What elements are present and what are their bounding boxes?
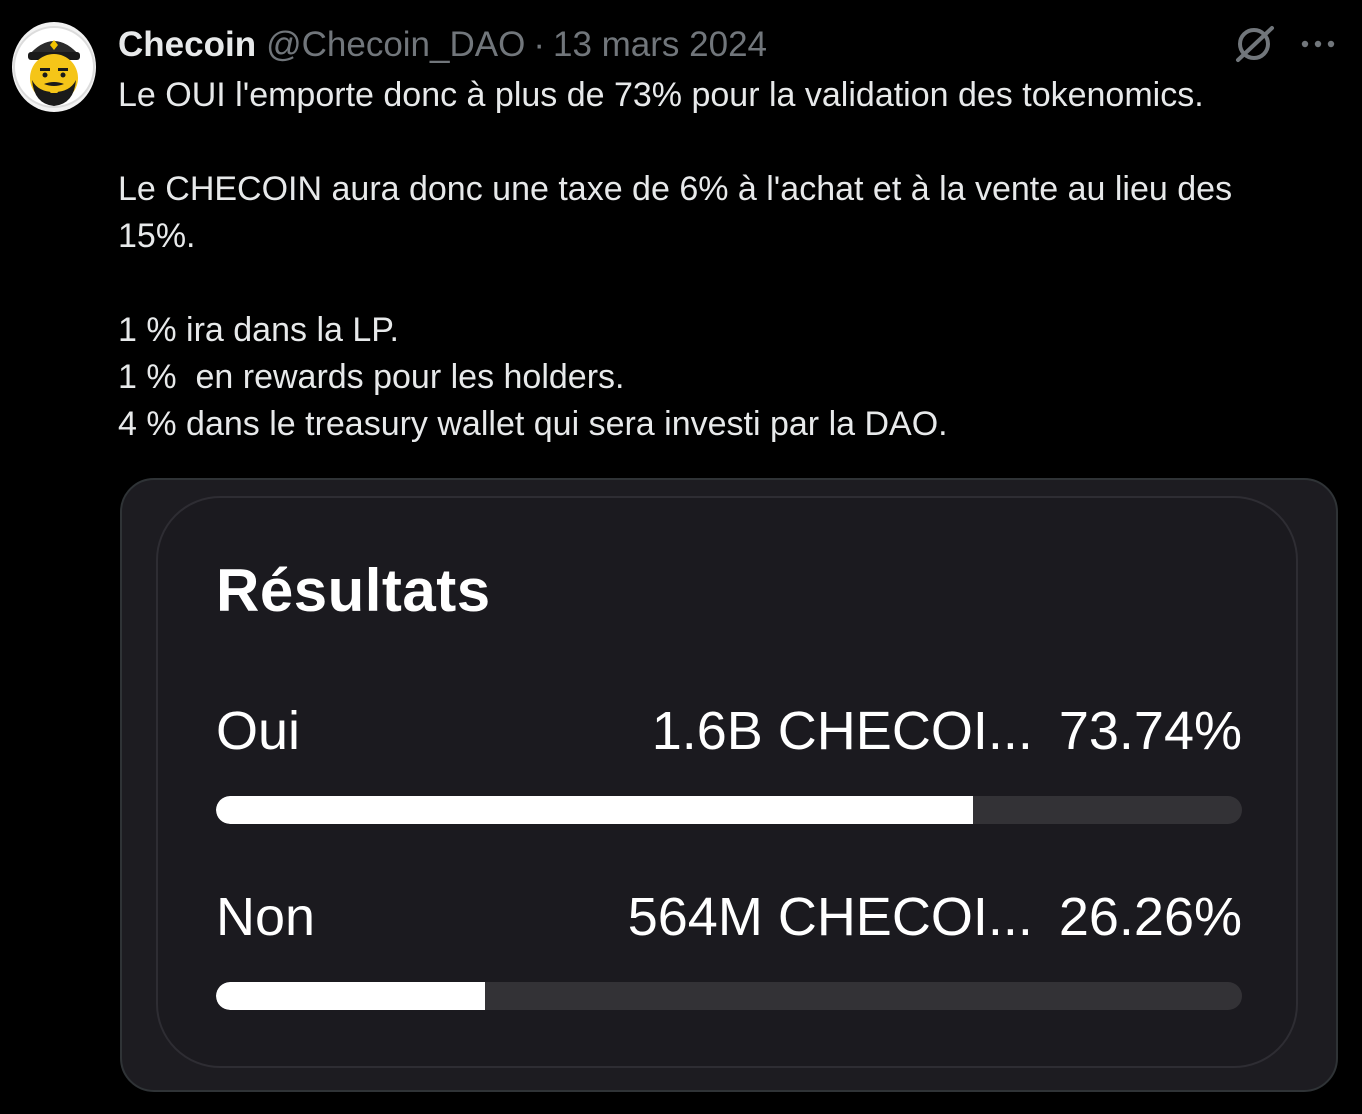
option-amount: 1.6B CHECOI...	[651, 701, 1033, 761]
poll-bar-fill-non	[216, 982, 486, 1010]
user-handle[interactable]: @Checoin_DAO	[266, 25, 525, 65]
poll-bar-track-non	[216, 982, 1242, 1010]
bearded-man-avatar-icon	[13, 26, 95, 108]
option-percent: 26.26%	[1058, 887, 1242, 947]
tweet-text: Le OUI l'emporte donc à plus de 73% pour…	[118, 72, 1318, 448]
tweet-line-5: 4 % dans le treasury wallet qui sera inv…	[118, 405, 948, 443]
option-percent: 73.74%	[1058, 701, 1242, 761]
tweet-date[interactable]: 13 mars 2024	[553, 25, 767, 65]
avatar[interactable]	[12, 22, 96, 112]
poll-option-oui: Oui 1.6B CHECOI... 73.74%	[216, 696, 1242, 766]
poll-bar-track-oui	[216, 796, 1242, 824]
display-name[interactable]: Checoin	[118, 25, 256, 65]
option-values: 564M CHECOI... 26.26%	[628, 882, 1242, 952]
option-label: Non	[216, 887, 316, 947]
tweet-line-1: Le OUI l'emporte donc à plus de 73% pour…	[118, 76, 1204, 114]
poll-bar-fill-oui	[216, 796, 973, 824]
more-options-icon[interactable]	[1298, 30, 1338, 58]
option-label: Oui	[216, 701, 301, 761]
tweet-header: Checoin @Checoin_DAO · 13 mars 2024	[118, 22, 767, 68]
grok-icon[interactable]	[1232, 22, 1278, 66]
option-values: 1.6B CHECOI... 73.74%	[652, 696, 1242, 766]
tweet-line-3: 1 % ira dans la LP.	[118, 311, 399, 349]
option-amount: 564M CHECOI...	[627, 887, 1033, 947]
separator-dot: ·	[533, 25, 545, 64]
tweet-line-2: Le CHECOIN aura donc une taxe de 6% à l'…	[118, 170, 1242, 255]
poll-option-non: Non 564M CHECOI... 26.26%	[216, 882, 1242, 952]
tweet-line-4: 1 % en rewards pour les holders.	[118, 358, 625, 396]
tweet-media[interactable]: Résultats Oui 1.6B CHECOI... 73.74% Non 5…	[120, 478, 1338, 1092]
poll-results-card: Résultats Oui 1.6B CHECOI... 73.74% Non 5…	[156, 496, 1298, 1068]
results-title: Résultats	[216, 557, 491, 624]
